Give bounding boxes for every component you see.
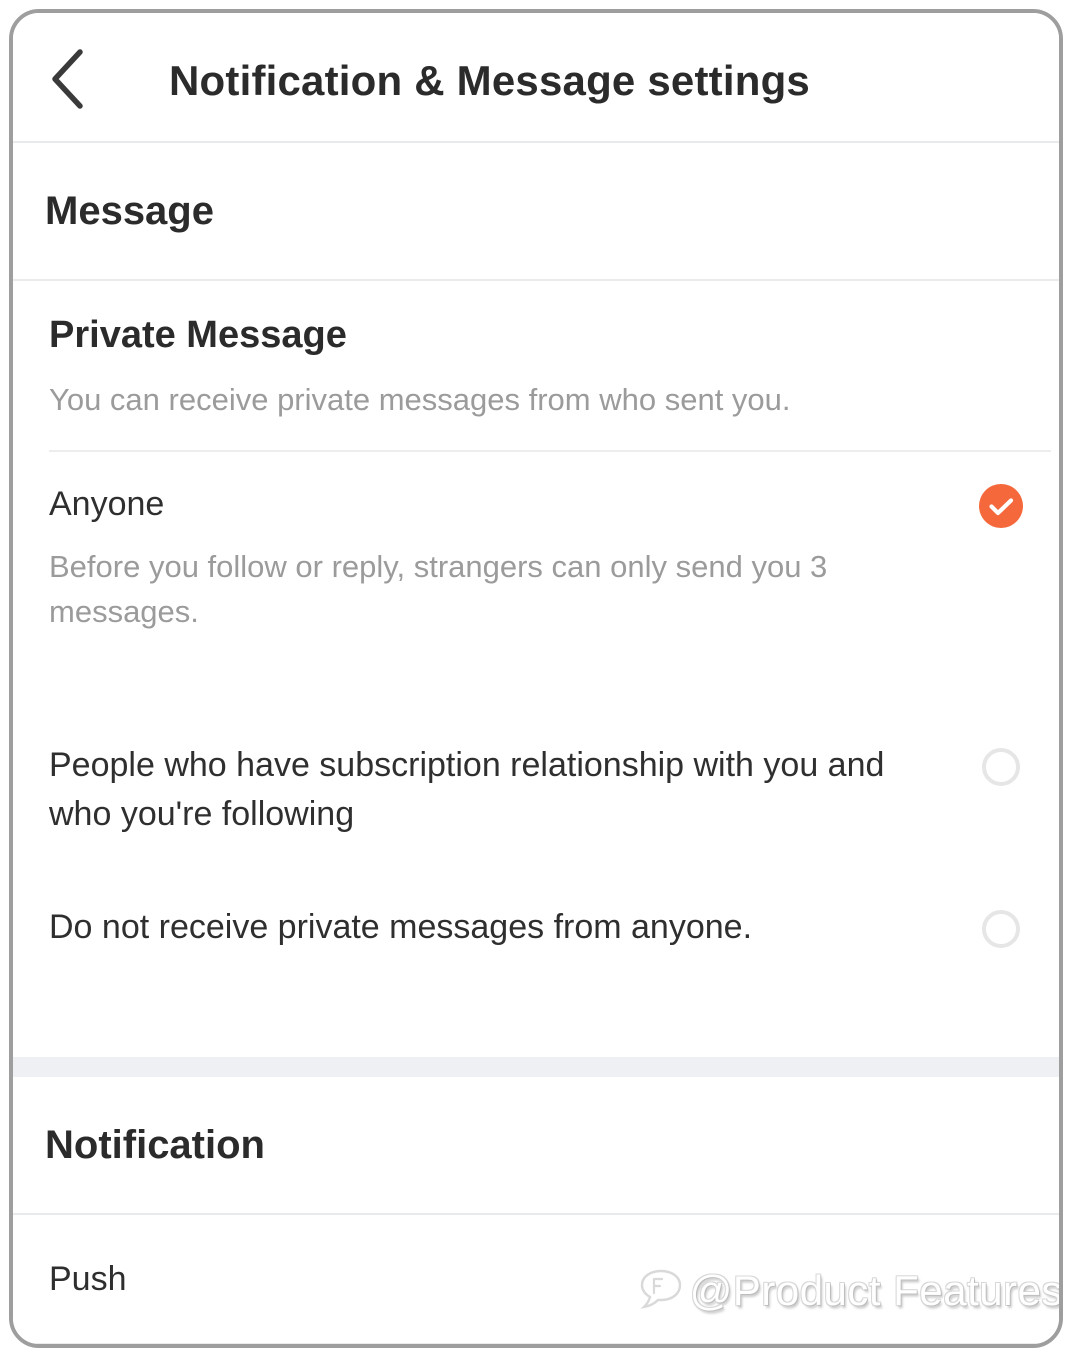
radio-empty-icon[interactable] (982, 910, 1020, 949)
option-row-subscription[interactable]: People who have subscription relationshi… (13, 712, 1059, 848)
option-row-anyone[interactable]: Anyone Before you follow or reply, stran… (13, 451, 1059, 643)
option-row-none[interactable]: Do not receive private messages from any… (13, 875, 1059, 966)
option-radio-slot-anyone[interactable] (979, 483, 1023, 528)
list-row-label-push: Push (49, 1259, 127, 1298)
private-message-title: Private Message (49, 314, 347, 356)
option-spacer-1 (13, 642, 1059, 713)
list-row-push[interactable]: Push (13, 1215, 1059, 1344)
option-description-anyone: Before you follow or reply, strangers ca… (49, 548, 828, 629)
back-button[interactable] (31, 43, 103, 115)
section-title-notification: Notification (45, 1122, 265, 1167)
option-radio-slot-subscription[interactable] (979, 745, 1023, 789)
private-message-info: Private Message You can receive private … (13, 281, 1059, 450)
app-bar: Notification & Message settings (13, 13, 1059, 141)
option-label-anyone: Anyone (49, 484, 165, 523)
push-row-divider (13, 1343, 1059, 1344)
section-header-notification: Notification (13, 1077, 1059, 1214)
option-spacer-2 (13, 847, 1059, 876)
option-label-subscription: People who have subscription relationshi… (49, 745, 885, 834)
radio-empty-icon[interactable] (982, 747, 1020, 786)
section-gap-band (13, 1057, 1059, 1078)
section-header-message: Message (13, 143, 1059, 279)
section-title-message: Message (45, 188, 214, 233)
option-texts-none: Do not receive private messages from any… (49, 903, 979, 952)
private-message-subtitle: You can receive private messages from wh… (49, 381, 791, 417)
option-texts-anyone: Anyone Before you follow or reply, stran… (49, 480, 979, 635)
check-circle-filled-icon[interactable] (979, 483, 1023, 528)
message-section-bottom-spacer (13, 965, 1059, 1058)
option-radio-slot-none[interactable] (979, 907, 1023, 951)
phone-frame: Notification & Message settings Message … (9, 9, 1063, 1348)
chevron-left-icon (47, 48, 87, 110)
page-title: Notification & Message settings (169, 57, 810, 104)
settings-screen: Notification & Message settings Message … (13, 13, 1059, 1344)
option-label-none: Do not receive private messages from any… (49, 908, 753, 947)
option-texts-subscription: People who have subscription relationshi… (49, 741, 979, 840)
